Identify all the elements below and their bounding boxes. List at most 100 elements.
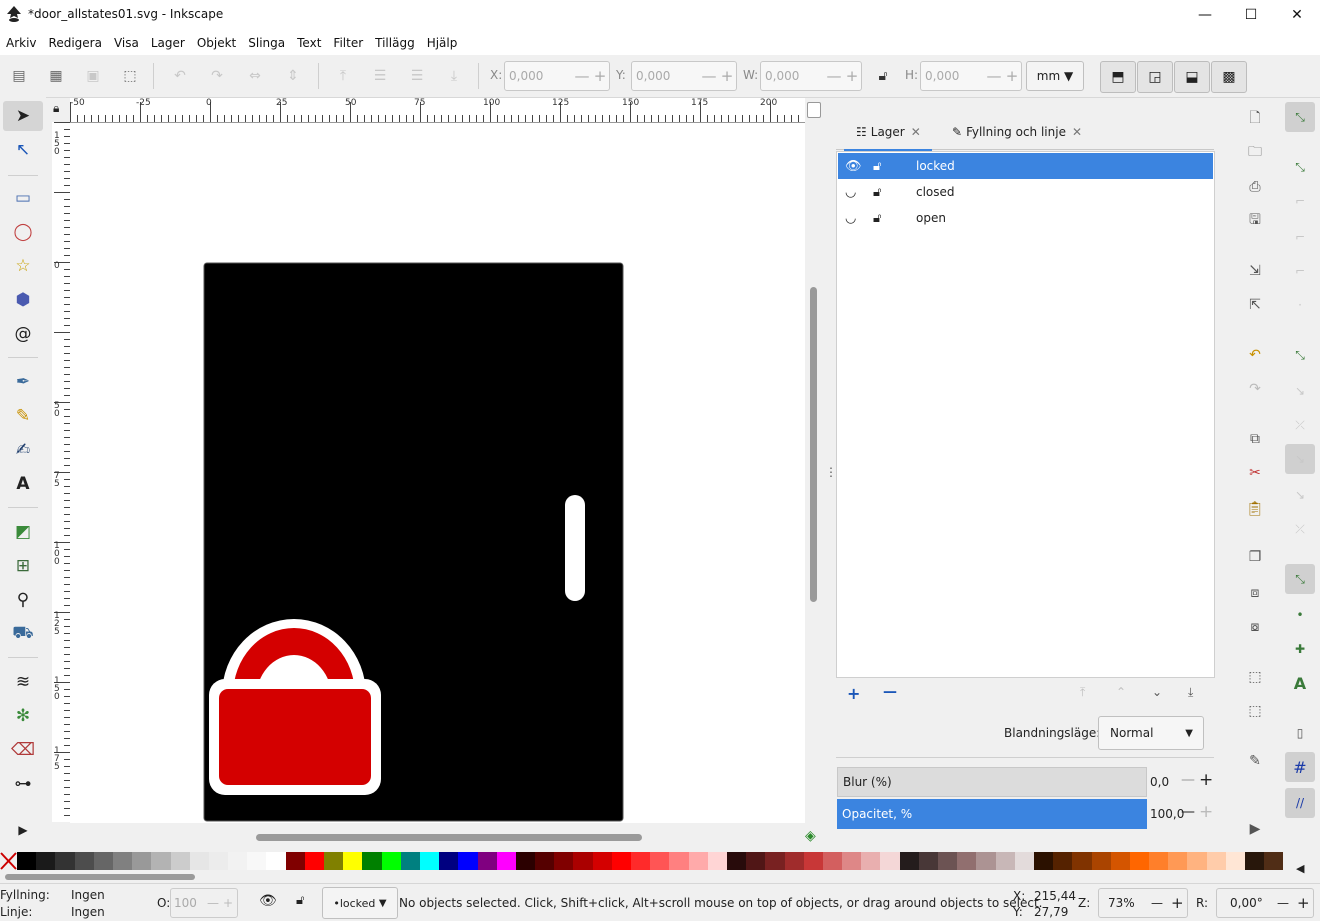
color-swatch[interactable]: [151, 852, 171, 870]
group-icon[interactable]: ⬚: [1245, 667, 1265, 687]
palette-scrollbar[interactable]: [0, 872, 1283, 882]
color-swatch[interactable]: [746, 852, 766, 870]
color-swatch[interactable]: [439, 852, 459, 870]
color-swatch[interactable]: [458, 852, 478, 870]
node-tool-icon[interactable]: ↖: [10, 137, 36, 163]
palette-scroll-thumb[interactable]: [5, 874, 195, 880]
fill-stroke-dialog-icon[interactable]: ✎: [1245, 751, 1265, 771]
ungroup-icon[interactable]: ⬚: [1245, 701, 1265, 721]
fill-value[interactable]: Ingen: [71, 888, 105, 902]
color-swatch[interactable]: [189, 852, 209, 870]
maximize-button[interactable]: ☐: [1228, 0, 1274, 30]
unlock-icon[interactable]: 🔓︎: [873, 211, 881, 226]
remove-layer-button[interactable]: —: [883, 684, 897, 700]
color-manage-icon[interactable]: ◈: [805, 828, 816, 844]
color-swatch[interactable]: [1129, 852, 1150, 870]
color-swatch[interactable]: [228, 852, 248, 870]
scale-corners-icon[interactable]: ◲: [1137, 61, 1173, 93]
rectangle-tool-icon[interactable]: ▭: [10, 185, 36, 211]
hidden-eye-icon[interactable]: ◡: [845, 185, 856, 200]
blur-value[interactable]: 0,0: [1150, 775, 1169, 789]
rotate-ccw-icon[interactable]: ↶: [171, 67, 189, 85]
mesh-tool-icon[interactable]: ⊞: [10, 553, 36, 579]
rotation-field[interactable]: 0,00° — +: [1216, 888, 1314, 918]
color-swatch[interactable]: [688, 852, 708, 870]
flip-horizontal-icon[interactable]: ⇔: [246, 67, 264, 85]
scale-stroke-icon[interactable]: ⬒: [1100, 61, 1136, 93]
import-icon[interactable]: ⇲: [1245, 261, 1265, 281]
color-swatch[interactable]: [535, 852, 555, 870]
color-swatch[interactable]: [132, 852, 152, 870]
snap-nodes-icon[interactable]: ⤡: [1285, 340, 1315, 370]
snap-smooth-nodes-icon[interactable]: ↘: [1285, 480, 1315, 510]
save-icon[interactable]: 🖫︎: [1245, 211, 1265, 231]
color-swatch[interactable]: [611, 852, 631, 870]
star-tool-icon[interactable]: ☆: [10, 253, 36, 279]
color-swatch[interactable]: [1072, 852, 1092, 870]
text-tool-icon[interactable]: A: [10, 471, 36, 497]
color-swatch[interactable]: [726, 852, 747, 870]
color-swatch[interactable]: [343, 852, 363, 870]
visible-eye-icon[interactable]: 👁︎: [845, 159, 862, 174]
color-swatch[interactable]: [918, 852, 938, 870]
close-tab-icon[interactable]: ✕: [911, 125, 921, 139]
raise-to-top-icon[interactable]: ⤒: [334, 67, 352, 85]
zoom-field[interactable]: 73% — +: [1098, 888, 1188, 918]
close-tab-icon[interactable]: ✕: [1072, 125, 1082, 139]
vertical-scrollbar[interactable]: [805, 102, 822, 822]
menu-lager[interactable]: Lager: [145, 36, 191, 50]
color-swatch[interactable]: [496, 852, 516, 870]
color-swatch[interactable]: [650, 852, 670, 870]
color-swatch[interactable]: [285, 852, 305, 870]
layer-lock-icon[interactable]: 🔓︎: [296, 893, 304, 908]
menu-arkiv[interactable]: Arkiv: [0, 36, 43, 50]
snap-toggle-icon[interactable]: ⤡: [1285, 102, 1315, 132]
color-swatch[interactable]: [1187, 852, 1207, 870]
spray-tool-icon[interactable]: ✻: [10, 703, 36, 729]
paint-bucket-tool-icon[interactable]: ⛟: [10, 621, 36, 647]
color-swatch[interactable]: [112, 852, 133, 870]
color-swatch[interactable]: [304, 852, 324, 870]
layer-to-bottom-icon[interactable]: ⤓: [1188, 685, 1193, 700]
color-swatch[interactable]: [362, 852, 382, 870]
eraser-tool-icon[interactable]: ⌫: [10, 737, 36, 763]
menu-filter[interactable]: Filter: [327, 36, 369, 50]
vertical-scroll-thumb[interactable]: [810, 287, 817, 602]
lower-to-bottom-icon[interactable]: ⤓: [445, 67, 463, 85]
opacity-value[interactable]: 100,0: [1150, 807, 1184, 821]
color-swatch[interactable]: [880, 852, 900, 870]
transform-gradients-icon[interactable]: ⬓: [1174, 61, 1210, 93]
dropper-tool-icon[interactable]: ⚲: [10, 587, 36, 613]
add-layer-button[interactable]: +: [847, 684, 860, 703]
color-swatch[interactable]: [995, 852, 1015, 870]
horizontal-ruler[interactable]: -50 -25 0 25 50 75 100 125 150 175 200: [70, 98, 805, 123]
layer-row-open[interactable]: ◡ 🔓︎ open: [838, 205, 1213, 231]
blur-slider[interactable]: Blur (%): [837, 767, 1147, 797]
color-swatch[interactable]: [247, 852, 267, 870]
snap-others-icon[interactable]: ⤡: [1285, 564, 1315, 594]
unlock-icon[interactable]: 🔓︎: [873, 159, 881, 174]
color-swatch[interactable]: [957, 852, 977, 870]
menu-hjalp[interactable]: Hjälp: [421, 36, 464, 50]
lower-icon[interactable]: ☰: [408, 67, 426, 85]
select-same-icon[interactable]: ▣: [84, 67, 102, 85]
snap-line-midpoint-icon[interactable]: ⤫: [1285, 514, 1315, 544]
color-swatch[interactable]: [669, 852, 689, 870]
color-swatch[interactable]: [17, 852, 37, 870]
snap-bbox-edge-icon[interactable]: ⌐: [1285, 186, 1315, 216]
paste-icon[interactable]: 📋︎: [1245, 499, 1265, 519]
status-opacity-field[interactable]: 100 — +: [170, 888, 238, 918]
color-swatch[interactable]: [938, 852, 958, 870]
color-swatch[interactable]: [1053, 852, 1073, 870]
hidden-eye-icon[interactable]: ◡: [845, 211, 856, 226]
color-swatch[interactable]: [324, 852, 344, 870]
minimize-button[interactable]: —: [1182, 0, 1228, 30]
color-swatch[interactable]: [631, 852, 651, 870]
horizontal-scrollbar[interactable]: [70, 825, 805, 851]
selector-tool-icon[interactable]: ➤: [3, 101, 43, 131]
color-swatch[interactable]: [208, 852, 229, 870]
snap-path-icon[interactable]: ↘: [1285, 376, 1315, 406]
color-swatch[interactable]: [822, 852, 843, 870]
opacity-minus-button[interactable]: —: [1181, 804, 1195, 820]
unlink-clone-icon[interactable]: ⧇: [1245, 617, 1265, 637]
